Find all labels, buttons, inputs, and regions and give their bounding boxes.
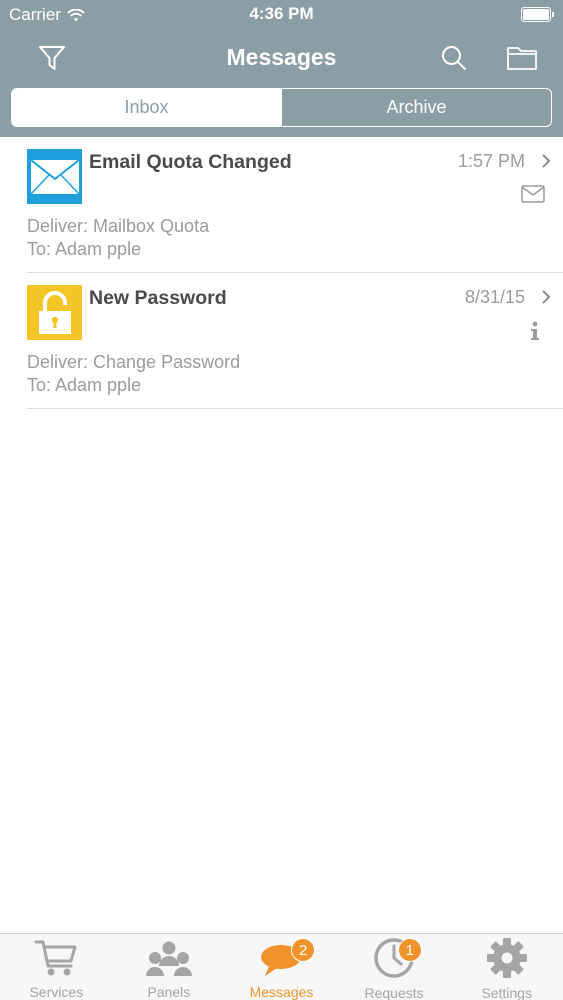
header: Carrier 4:36 PM Messages Inbox Archive bbox=[0, 0, 563, 137]
tab-label: Messages bbox=[249, 984, 314, 1000]
battery-icon bbox=[521, 7, 554, 22]
message-title: Email Quota Changed bbox=[89, 151, 292, 173]
message-title: New Password bbox=[89, 287, 227, 309]
chevron-right-icon bbox=[542, 290, 551, 304]
tab-label: Panels bbox=[147, 984, 191, 1000]
envelope-icon bbox=[27, 149, 82, 204]
message-row-email-quota[interactable]: Email Quota Changed 1:57 PM Deliver: Mai… bbox=[27, 137, 563, 273]
status-time: 4:36 PM bbox=[249, 4, 314, 23]
tab-archive[interactable]: Archive bbox=[281, 89, 551, 126]
lock-icon bbox=[27, 285, 82, 340]
tab-requests[interactable]: 1 Requests bbox=[338, 934, 451, 1000]
messages-badge: 2 bbox=[291, 938, 316, 962]
message-recipient: To: Adam pple bbox=[27, 239, 142, 259]
message-date: 8/31/15 bbox=[464, 287, 525, 307]
message-date: 1:57 PM bbox=[457, 151, 525, 171]
tab-inbox[interactable]: Inbox bbox=[12, 89, 281, 126]
search-icon[interactable] bbox=[434, 38, 474, 78]
tab-bar: Services Panels 2 Messages 1 Requests Se… bbox=[0, 933, 563, 1000]
tab-label: Settings bbox=[481, 985, 532, 1000]
tab-settings[interactable]: Settings bbox=[450, 934, 563, 1000]
tab-label: Services bbox=[29, 984, 84, 1000]
tab-messages[interactable]: 2 Messages bbox=[225, 934, 338, 1000]
info-icon bbox=[531, 321, 539, 340]
tab-panels[interactable]: Panels bbox=[113, 934, 226, 1000]
message-list: Email Quota Changed 1:57 PM Deliver: Mai… bbox=[0, 137, 563, 409]
inbox-archive-segmented-control: Inbox Archive bbox=[11, 88, 552, 127]
mail-icon bbox=[521, 185, 545, 203]
message-deliver: Deliver: Mailbox Quota bbox=[27, 216, 210, 236]
message-deliver: Deliver: Change Password bbox=[27, 352, 241, 372]
page-title: Messages bbox=[226, 44, 337, 70]
requests-badge: 1 bbox=[397, 938, 422, 962]
people-icon bbox=[145, 937, 193, 978]
tab-services[interactable]: Services bbox=[0, 934, 113, 1000]
nav-bar: Messages bbox=[0, 30, 563, 86]
status-bar: Carrier 4:36 PM bbox=[0, 0, 563, 30]
chevron-right-icon bbox=[542, 154, 551, 168]
message-row-new-password[interactable]: New Password 8/31/15 Deliver: Change Pas… bbox=[27, 273, 563, 409]
folder-icon[interactable] bbox=[502, 38, 542, 78]
gear-icon bbox=[486, 937, 528, 979]
tab-label: Requests bbox=[364, 985, 424, 1000]
cart-icon bbox=[34, 937, 78, 978]
message-recipient: To: Adam pple bbox=[27, 375, 142, 395]
